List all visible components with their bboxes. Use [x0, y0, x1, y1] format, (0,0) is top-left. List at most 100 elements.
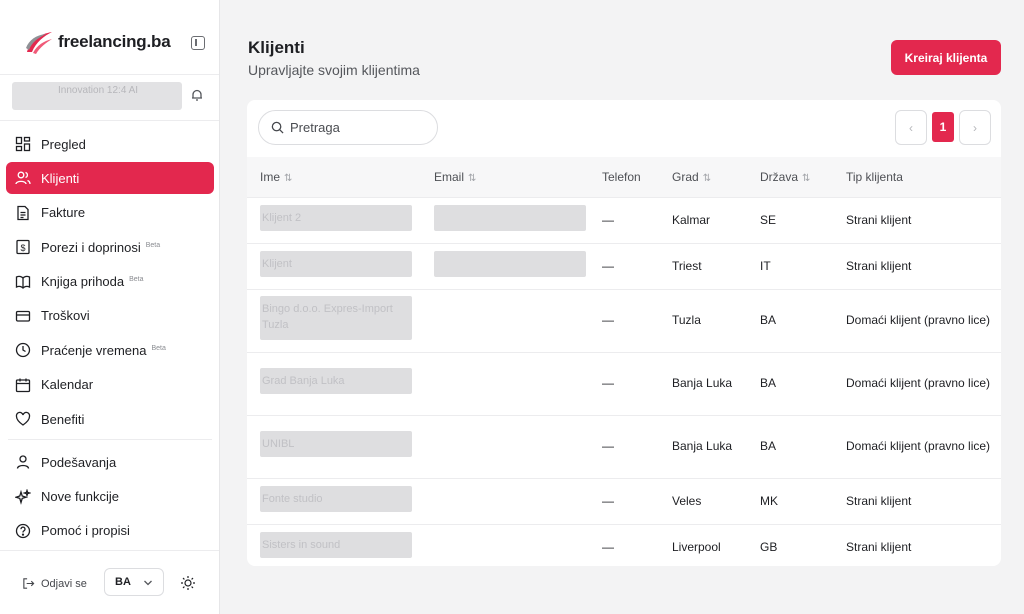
column-label: Država: [760, 169, 799, 184]
account-switcher[interactable]: Innovation 12:4 AI: [12, 82, 212, 110]
client-country: BA: [760, 288, 846, 352]
cell-name: Bingo d.o.o. Expres-Import Tuzla: [247, 288, 434, 352]
client-type: Strani klijent: [846, 242, 1001, 289]
client-city: Veles: [672, 477, 760, 524]
sidebar-item-fakture[interactable]: Fakture: [6, 197, 214, 229]
clients-table: Ime ⇅ Email ⇅ Telefon Grad ⇅ Država ⇅ Tip kl…: [247, 157, 1001, 566]
column-header-city[interactable]: Grad ⇅: [672, 157, 760, 197]
client-email: [434, 204, 586, 231]
sidebar-item-label: Kalendar: [41, 377, 94, 393]
prev-page-button[interactable]: ‹: [895, 110, 927, 145]
table-row[interactable]: Fonte studio — Veles MK Strani klijent: [247, 477, 1001, 524]
divider: [0, 120, 219, 121]
table-row[interactable]: Bingo d.o.o. Expres-Import Tuzla — Tuzla…: [247, 288, 1001, 352]
sidebar-item-pomoc[interactable]: Pomoć i propisi: [6, 515, 214, 547]
table-row[interactable]: Sisters in sound — Liverpool GB Strani k…: [247, 523, 1001, 566]
client-phone: —: [602, 523, 672, 566]
page-number-button[interactable]: 1: [932, 112, 954, 142]
table-row[interactable]: Grad Banja Luka — Banja Luka BA Domaći k…: [247, 351, 1001, 415]
svg-text:$: $: [20, 243, 25, 253]
client-type: Strani klijent: [846, 477, 1001, 524]
next-page-button[interactable]: ›: [959, 110, 991, 145]
sidebar-item-label: Porezi i doprinosi: [41, 239, 141, 255]
logout-button[interactable]: Odjavi se: [22, 577, 87, 590]
search-input[interactable]: [290, 120, 420, 135]
cell-name: Sisters in sound: [247, 523, 434, 566]
client-name[interactable]: Grad Banja Luka: [260, 368, 412, 394]
sidebar: freelancing.ba Innovation 12:4 AI Pregle…: [0, 0, 220, 614]
table-row[interactable]: UNIBL — Banja Luka BA Domaći klijent (pr…: [247, 414, 1001, 478]
logo[interactable]: freelancing.ba: [24, 22, 203, 62]
sort-icon[interactable]: ⇅: [802, 173, 810, 184]
client-type: Strani klijent: [846, 196, 1001, 243]
sidebar-item-klijenti[interactable]: Klijenti: [6, 162, 214, 195]
sidebar-collapse-icon[interactable]: [191, 36, 205, 50]
beta-badge: Beta: [151, 344, 166, 352]
column-header-name[interactable]: Ime ⇅: [247, 157, 434, 197]
client-email: [434, 250, 586, 277]
cell-name: Grad Banja Luka: [247, 351, 434, 415]
sidebar-item-pracenje-vremena[interactable]: Praćenje vremena Beta: [6, 334, 214, 366]
table-row[interactable]: Klijent — Triest IT Strani klijent: [247, 242, 1001, 289]
column-header-phone: Telefon: [602, 157, 672, 197]
sidebar-item-label: Troškovi: [41, 308, 90, 324]
sidebar-item-porezi[interactable]: $ Porezi i doprinosi Beta: [6, 231, 214, 263]
cell-name: Klijent 2: [247, 196, 434, 243]
search-icon: [271, 121, 284, 134]
sidebar-item-knjiga-prihoda[interactable]: Knjiga prihoda Beta: [6, 266, 214, 298]
logout-label: Odjavi se: [41, 577, 87, 590]
sidebar-item-benefiti[interactable]: Benefiti: [6, 403, 214, 435]
sidebar-item-pregled[interactable]: Pregled: [6, 128, 214, 160]
client-city: Banja Luka: [672, 351, 760, 415]
brand-name: freelancing.ba: [58, 32, 171, 51]
client-name[interactable]: Bingo d.o.o. Expres-Import Tuzla: [260, 296, 412, 340]
divider: [8, 439, 212, 441]
bell-icon[interactable]: [190, 88, 204, 102]
sidebar-item-label: Pomoć i propisi: [41, 523, 130, 539]
table-row[interactable]: Klijent 2 — Kalmar SE Strani klijent: [247, 196, 1001, 243]
client-name[interactable]: UNIBL: [260, 431, 412, 457]
create-client-button[interactable]: Kreiraj klijenta: [891, 40, 1001, 75]
language-select[interactable]: BA: [104, 568, 164, 596]
sidebar-item-label: Praćenje vremena: [41, 342, 147, 358]
search-box[interactable]: [258, 110, 438, 145]
client-type: Domaći klijent (pravno lice): [846, 351, 1001, 415]
sun-icon[interactable]: [180, 575, 196, 591]
sidebar-item-troskovi[interactable]: Troškovi: [6, 300, 214, 332]
client-country: GB: [760, 523, 846, 566]
page-subtitle: Upravljajte svojim klijentima: [248, 62, 420, 78]
clock-icon: [14, 341, 32, 359]
cell-name: UNIBL: [247, 414, 434, 478]
sort-icon[interactable]: ⇅: [468, 173, 476, 184]
dashboard-icon: [14, 135, 32, 153]
cell-name: Klijent: [247, 242, 434, 289]
sort-icon[interactable]: ⇅: [284, 173, 292, 184]
client-phone: —: [602, 414, 672, 478]
sidebar-item-label: Benefiti: [41, 411, 85, 427]
sidebar-item-podesavanja[interactable]: Podešavanja: [6, 446, 214, 478]
client-phone: —: [602, 242, 672, 289]
help-icon: [14, 522, 32, 540]
heart-icon: [14, 410, 32, 428]
client-type: Strani klijent: [846, 523, 1001, 566]
sort-icon[interactable]: ⇅: [703, 173, 711, 184]
chevron-down-icon: [143, 578, 153, 590]
client-name[interactable]: Sisters in sound: [260, 531, 412, 558]
client-name[interactable]: Fonte studio: [260, 485, 412, 512]
column-header-type: Tip klijenta: [846, 157, 1001, 197]
client-phone: —: [602, 288, 672, 352]
client-name[interactable]: Klijent: [260, 250, 412, 277]
client-type: Domaći klijent (pravno lice): [846, 288, 1001, 352]
cell-name: Fonte studio: [247, 477, 434, 524]
users-icon: [14, 169, 32, 187]
client-phone: —: [602, 477, 672, 524]
client-name[interactable]: Klijent 2: [260, 204, 412, 231]
sidebar-item-nove-funkcije[interactable]: Nove funkcije: [6, 481, 214, 513]
column-label: Grad: [672, 169, 699, 184]
column-header-country[interactable]: Država ⇅: [760, 157, 846, 197]
client-email: [434, 351, 602, 415]
sidebar-item-label: Pregled: [41, 136, 86, 152]
sidebar-item-kalendar[interactable]: Kalendar: [6, 369, 214, 401]
column-header-email[interactable]: Email ⇅: [434, 157, 602, 197]
client-city: Kalmar: [672, 196, 760, 243]
